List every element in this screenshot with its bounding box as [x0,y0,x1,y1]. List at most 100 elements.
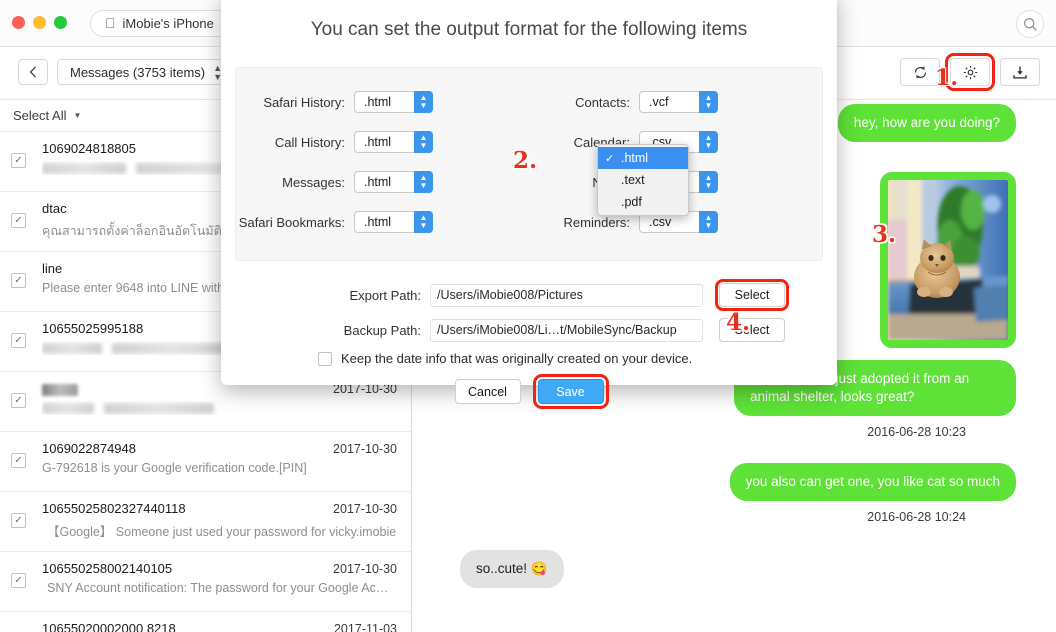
export-path-row: Export Path: /Users/iMobie008/Pictures S… [221,279,837,311]
chat-timestamp: 2016-06-28 10:24 [867,510,966,524]
message-checkbox[interactable]: ✓ [11,393,26,408]
message-date: 2017-10-30 [333,562,397,576]
format-label: Reminders: [563,214,630,230]
chevron-updown-icon[interactable]: ▲ ▼ [414,171,433,193]
dropdown-option-label: .html [621,151,649,165]
search-button[interactable] [1016,10,1044,38]
keep-date-checkbox[interactable] [318,351,332,366]
dialog-title: You can set the output format for the fo… [310,19,748,40]
format-select[interactable]: .html ▲▼ [354,211,433,233]
output-format-dialog: You can set the output format for the fo… [221,0,896,409]
annotation-3: 3. [872,221,897,248]
chat-photo-bubble[interactable] [880,172,1016,348]
cat-photo-image [888,180,1008,340]
message-list-item[interactable]: ✓ 1069022874948 2017-10-30 G-792618 is your… [0,432,411,492]
format-column-left: Safari History: .html ▲ ▼ Call History: .html… [236,82,529,242]
refresh-icon [914,65,926,79]
messages-format-dropdown[interactable]: ✓ .html .text .pdf [597,144,689,216]
toolbar-icon-group [900,53,1040,91]
refresh-button[interactable] [900,58,940,86]
apple-logo-icon:  [105,16,116,30]
message-list-item[interactable]: ✓10655020002000 82182017-11-03 [0,612,411,632]
chevron-updown-icon[interactable]: ▲ ▼ [699,171,718,193]
message-date: 2017-10-30 [333,442,397,456]
export-path-select-button[interactable]: Select [715,279,789,311]
message-checkbox[interactable]: ✓ [11,333,26,348]
dropdown-option[interactable]: .text [598,169,688,191]
format-select[interactable]: .vcf ▲ ▼ [639,91,718,113]
cancel-button[interactable]: Cancel [454,379,521,404]
minimize-window-button[interactable] [33,16,46,29]
message-date: 2017-10-30 [333,502,397,516]
close-window-button[interactable] [12,16,25,29]
chevron-updown-icon[interactable]: ▲ ▼ [414,131,433,153]
message-checkbox[interactable]: ✓ [11,573,26,588]
dropdown-option[interactable]: .pdf [598,191,688,213]
format-label: Safari History: [263,94,345,110]
message-checkbox[interactable]: ✓ [11,273,26,288]
format-select-value: .html [364,175,392,189]
category-selector[interactable]: Messages (3753 items) ▲ ▼ [57,59,231,85]
message-list-item[interactable]: ✓ 10655025802327440118 2017-10-30 【Google】 … [0,492,411,552]
chat-bubble-outgoing[interactable]: hey, how are you doing? [837,104,1016,142]
format-label: Contacts: [575,94,630,110]
keep-date-row[interactable]: Keep the date info that was originally c… [221,351,837,366]
maximize-window-button[interactable] [54,16,67,29]
dropdown-option-label: .pdf [621,195,642,209]
chevron-updown-icon[interactable]: ▲ ▼ [699,131,718,153]
save-button[interactable]: Save [532,374,609,409]
annotation-4: 4. [726,309,751,336]
window-controls [12,16,67,29]
category-label: Messages (3753 items) [70,64,206,80]
gear-icon [963,65,977,79]
message-checkbox[interactable]: ✓ [11,513,26,528]
redacted-preview [42,163,126,175]
backup-path-label: Backup Path: [343,322,421,338]
keep-date-label: Keep the date info that was originally c… [341,351,693,366]
chevron-down-icon: ▼ [73,111,82,120]
chat-row: you also can get one, you like cat so mu… [413,463,1056,501]
format-select-value: .html [364,95,392,109]
select-all-label: Select All [13,108,67,123]
message-checkbox[interactable]: ✓ [11,453,26,468]
format-select[interactable]: .html ▲▼ [354,91,433,113]
backup-path-input[interactable]: /Users/iMobie008/Li…t/MobileSync/Backup [430,318,703,342]
chevron-updown-icon[interactable]: ▲ ▼ [414,211,433,233]
chevron-updown-icon[interactable]: ▲ ▼ [699,91,718,113]
export-button[interactable] [1000,58,1040,86]
message-preview: 【Google】 Someone just used your password… [47,525,397,539]
format-select-value: .html [364,135,392,149]
chat-bubble-outgoing[interactable]: you also can get one, you like cat so mu… [729,463,1016,501]
format-label: Call History: [274,134,345,150]
device-name-label: iMobie's iPhone [112,16,214,31]
chevron-updown-icon[interactable]: ▲ ▼ [414,91,433,113]
format-row: Safari History: .html ▲ ▼ [236,82,529,122]
format-label: Safari Bookmarks: [238,214,345,230]
redacted-preview [112,343,232,355]
chevron-left-icon [29,66,36,78]
redacted-preview [42,403,94,415]
redacted-sender [42,383,78,396]
chat-timestamp: 2016-06-28 10:23 [867,425,966,439]
chat-bubble-incoming[interactable]: so..cute! 😋 [460,550,564,588]
format-select-value: .csv [649,215,672,229]
chevron-updown-icon[interactable]: ▲ ▼ [699,211,718,233]
dropdown-option[interactable]: ✓ .html [598,147,688,169]
format-row: Messages: .html ▲ ▼ [236,162,529,202]
search-icon [1023,17,1037,31]
message-checkbox[interactable]: ✓ [11,153,26,168]
format-select[interactable]: .html ▲▼ [354,171,433,193]
annotation-1: 1. [935,65,958,91]
export-path-label: Export Path: [349,287,421,303]
format-row: Safari Bookmarks: .html ▲ ▼ [236,202,529,242]
message-checkbox[interactable]: ✓ [11,213,26,228]
app-window:  iMobie's iPhone Messages (3753 items) … [0,0,1056,632]
message-list-item[interactable]: ✓ 106550258002140105 2017-10-30 SNY Account… [0,552,411,612]
check-icon: ✓ [605,152,615,165]
format-select[interactable]: .html ▲▼ [354,131,433,153]
export-icon [1013,66,1027,79]
back-button[interactable] [18,59,48,85]
message-preview: SNY Account notification: The password f… [47,581,389,595]
format-label: Messages: [282,174,345,190]
export-path-input[interactable]: /Users/iMobie008/Pictures [430,283,703,307]
